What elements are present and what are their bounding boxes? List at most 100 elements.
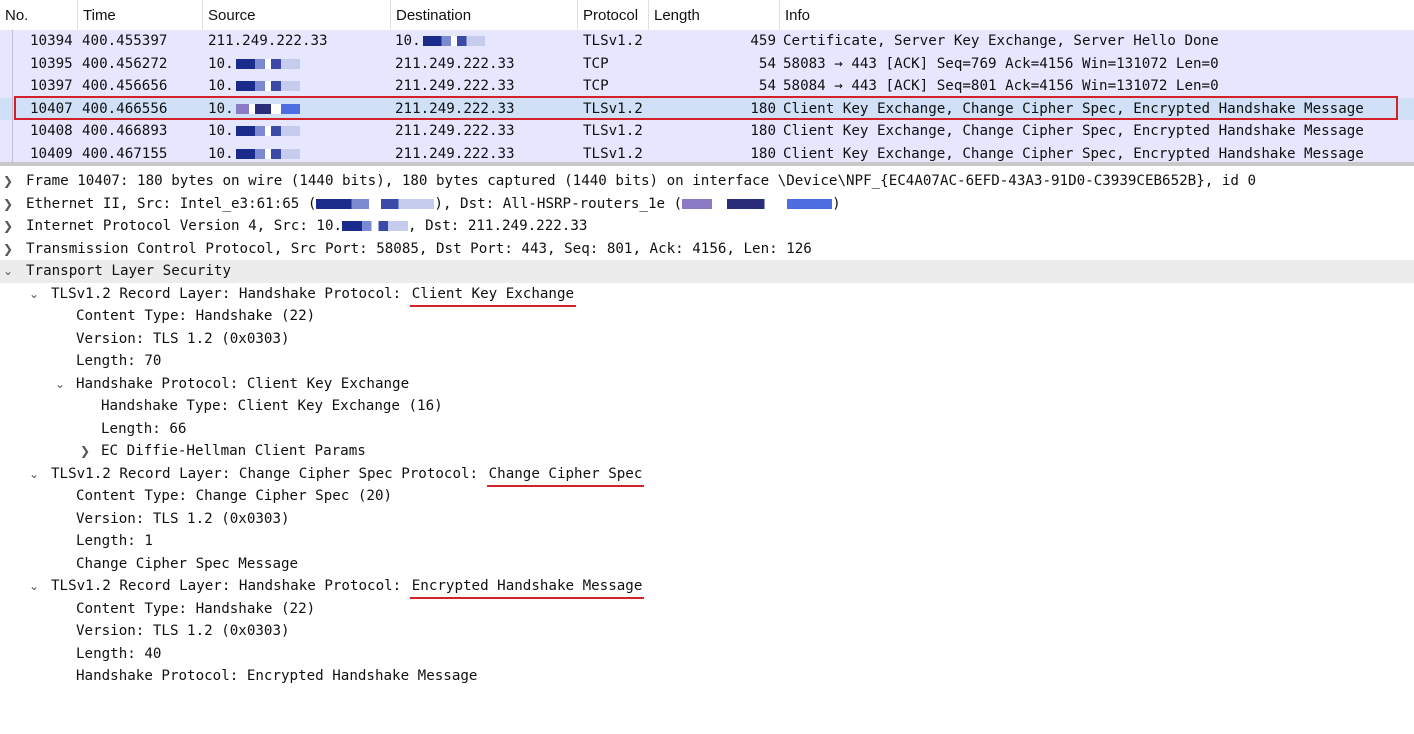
packet-destination: 211.249.222.33 <box>395 55 515 72</box>
tree-item-tcp[interactable]: ❯ Transmission Control Protocol, Src Por… <box>0 238 1414 261</box>
tree-item-field[interactable]: Length: 66 <box>0 418 1414 441</box>
tree-item-field[interactable]: Length: 1 <box>0 530 1414 553</box>
packet-destination: 211.249.222.33 <box>395 78 515 94</box>
packet-list-header: No. Time Source Destination Protocol Len… <box>0 0 1414 31</box>
tree-item-label: Transmission Control Protocol, Src Port:… <box>26 240 812 257</box>
tree-item-field[interactable]: Handshake Type: Client Key Exchange (16) <box>0 395 1414 418</box>
column-header-protocol[interactable]: Protocol <box>578 0 649 30</box>
tree-item-ethernet[interactable]: ❯ Ethernet II, Src: Intel_e3:61:65 ( ), D… <box>0 193 1414 216</box>
packet-list: 10394 400.455397 211.249.222.33 10. TLSv… <box>0 30 1414 165</box>
packet-protocol: TCP <box>583 55 609 72</box>
tree-item-label: Version: TLS 1.2 (0x0303) <box>76 510 290 527</box>
tree-item-record-3[interactable]: ⌄ TLSv1.2 Record Layer: Handshake Protoc… <box>0 575 1414 599</box>
tree-item-field[interactable]: Length: 70 <box>0 350 1414 373</box>
packet-source: 10. <box>208 98 300 120</box>
packet-no: 10394 <box>30 33 73 49</box>
packet-source: 10. <box>208 120 300 142</box>
packet-row[interactable]: 10408 400.466893 10. 211.249.222.33 TLSv… <box>0 120 1414 143</box>
packet-time: 400.456272 <box>82 55 168 72</box>
tree-item-label: Internet Protocol Version 4, Src: 10. , D… <box>26 215 587 238</box>
packet-destination: 211.249.222.33 <box>395 100 515 117</box>
chevron-right-icon[interactable]: ❯ <box>2 170 14 193</box>
record-1-name-annotated: Client Key Exchange <box>409 285 577 307</box>
tree-item-label: Handshake Protocol: Encrypted Handshake … <box>76 668 478 684</box>
tree-item-field[interactable]: Content Type: Change Cipher Spec (20) <box>0 485 1414 508</box>
tree-item-label: TLSv1.2 Record Layer: Change Cipher Spec… <box>51 463 645 487</box>
redacted-address <box>235 103 300 114</box>
column-header-length[interactable]: Length <box>649 0 780 30</box>
chevron-down-icon[interactable]: ⌄ <box>28 575 40 598</box>
tree-item-label: Length: 66 <box>101 420 187 437</box>
redacted-address <box>342 221 409 231</box>
record-3-prefix: TLSv1.2 Record Layer: Handshake Protocol… <box>51 578 410 594</box>
chevron-right-icon[interactable]: ❯ <box>2 215 14 238</box>
tree-item-label: Handshake Type: Client Key Exchange (16) <box>101 398 443 414</box>
tree-item-ec-params[interactable]: ❯ EC Diffie-Hellman Client Params <box>0 440 1414 463</box>
tree-item-label: TLSv1.2 Record Layer: Handshake Protocol… <box>51 283 577 307</box>
ethernet-label-part1: Ethernet II, Src: Intel_e3:61:65 ( <box>26 195 317 212</box>
chevron-down-icon[interactable]: ⌄ <box>28 463 40 486</box>
tree-item-label: Frame 10407: 180 bytes on wire (1440 bit… <box>26 173 1256 189</box>
tree-item-ip[interactable]: ❯ Internet Protocol Version 4, Src: 10.,… <box>0 215 1414 238</box>
ethernet-label-part3: ) <box>832 195 841 212</box>
record-3-name-annotated: Encrypted Handshake Message <box>409 578 645 599</box>
column-header-info[interactable]: Info <box>780 0 1414 30</box>
column-header-no[interactable]: No. <box>0 0 78 30</box>
packet-info: Client Key Exchange, Change Cipher Spec,… <box>783 100 1364 117</box>
tree-item-handshake-protocol[interactable]: ⌄ Handshake Protocol: Client Key Exchang… <box>0 373 1414 396</box>
redacted-address <box>235 58 300 69</box>
tree-item-field[interactable]: Version: TLS 1.2 (0x0303) <box>0 620 1414 643</box>
packet-row-selected[interactable]: 10407 400.466556 10. 211.249.222.33 TLSv… <box>0 97 1414 120</box>
packet-row[interactable]: 10394 400.455397 211.249.222.33 10. TLSv… <box>0 30 1414 53</box>
packet-protocol: TLSv1.2 <box>583 33 643 49</box>
tree-item-label: Length: 40 <box>76 645 162 662</box>
packet-source-text: 10. <box>208 78 234 94</box>
tree-item-field[interactable]: Handshake Protocol: Encrypted Handshake … <box>0 665 1414 688</box>
packet-source-text: 10. <box>208 55 234 72</box>
packet-source: 211.249.222.33 <box>208 33 328 49</box>
tree-item-label: Change Cipher Spec Message <box>76 555 299 572</box>
packet-source-text: 10. <box>208 123 234 139</box>
tree-item-record-2[interactable]: ⌄ TLSv1.2 Record Layer: Change Cipher Sp… <box>0 463 1414 487</box>
packet-length: 180 <box>750 100 776 117</box>
row-gutter-line <box>12 97 13 120</box>
tree-item-label: Transport Layer Security <box>26 263 231 279</box>
packet-info: 58084 → 443 [ACK] Seq=801 Ack=4156 Win=1… <box>783 78 1219 94</box>
tree-item-field[interactable]: Version: TLS 1.2 (0x0303) <box>0 508 1414 531</box>
tree-item-label: Content Type: Handshake (22) <box>76 308 316 324</box>
tree-item-field[interactable]: Change Cipher Spec Message <box>0 553 1414 576</box>
column-header-time[interactable]: Time <box>78 0 203 30</box>
redacted-mac <box>682 198 833 209</box>
packet-length: 180 <box>750 123 776 139</box>
chevron-down-icon[interactable]: ⌄ <box>54 373 66 396</box>
tree-item-label: Ethernet II, Src: Intel_e3:61:65 ( ), Dst… <box>26 193 841 216</box>
pane-splitter[interactable] <box>0 162 1414 166</box>
packet-time: 400.466556 <box>82 100 168 117</box>
tree-item-field[interactable]: Version: TLS 1.2 (0x0303) <box>0 328 1414 351</box>
column-header-source[interactable]: Source <box>203 0 391 30</box>
ethernet-label-part2: ), Dst: All-HSRP-routers_1e ( <box>434 195 683 212</box>
tree-item-frame[interactable]: ❯ Frame 10407: 180 bytes on wire (1440 b… <box>0 170 1414 193</box>
tree-item-label: Length: 1 <box>76 533 153 549</box>
packet-row[interactable]: 10395 400.456272 10. 211.249.222.33 TCP … <box>0 52 1414 75</box>
packet-no: 10395 <box>30 55 73 72</box>
chevron-right-icon[interactable]: ❯ <box>2 238 14 261</box>
chevron-right-icon[interactable]: ❯ <box>79 440 91 463</box>
packet-source: 10. <box>208 75 300 97</box>
tree-item-field[interactable]: Content Type: Handshake (22) <box>0 598 1414 621</box>
packet-row[interactable]: 10397 400.456656 10. 211.249.222.33 TCP … <box>0 75 1414 98</box>
packet-source-text: 10. <box>208 145 234 162</box>
chevron-right-icon[interactable]: ❯ <box>2 193 14 216</box>
column-header-destination[interactable]: Destination <box>391 0 578 30</box>
tree-item-label: Version: TLS 1.2 (0x0303) <box>76 330 290 347</box>
tree-item-record-1[interactable]: ⌄ TLSv1.2 Record Layer: Handshake Protoc… <box>0 283 1414 307</box>
chevron-down-icon[interactable]: ⌄ <box>28 283 40 306</box>
tree-item-field[interactable]: Content Type: Handshake (22) <box>0 305 1414 328</box>
packet-protocol: TCP <box>583 78 609 94</box>
packet-info: Client Key Exchange, Change Cipher Spec,… <box>783 123 1364 139</box>
packet-protocol: TLSv1.2 <box>583 100 643 117</box>
chevron-down-icon[interactable]: ⌄ <box>2 260 14 283</box>
tree-item-field[interactable]: Length: 40 <box>0 643 1414 666</box>
tree-item-tls[interactable]: ⌄ Transport Layer Security <box>0 260 1414 283</box>
packet-no: 10408 <box>30 123 73 139</box>
